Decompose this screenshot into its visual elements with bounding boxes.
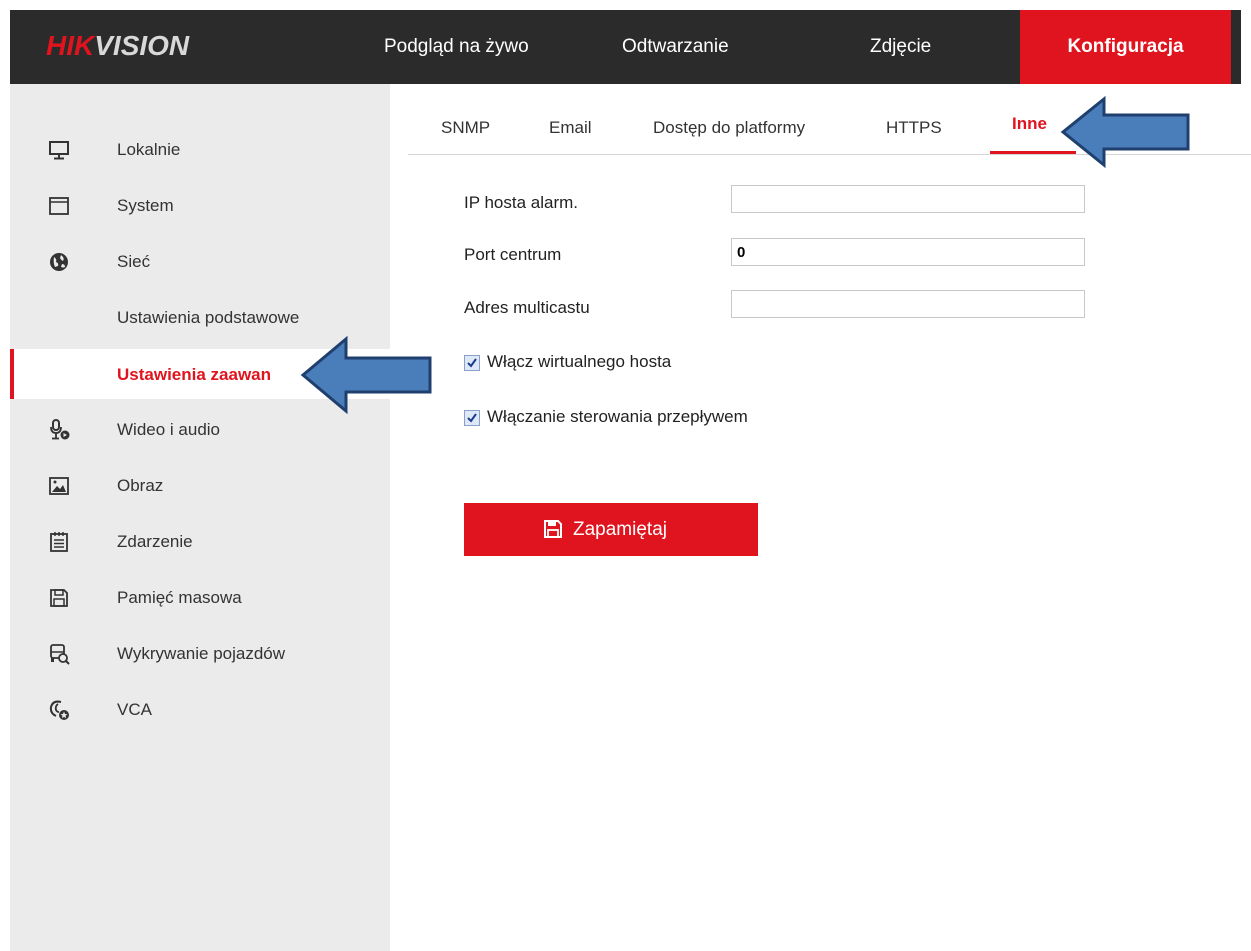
calendar-icon: [50, 532, 68, 552]
tab-https[interactable]: HTTPS: [886, 118, 942, 138]
sidebar-item-label: Sieć: [117, 252, 151, 271]
multicast-address-label: Adres multicastu: [464, 298, 590, 317]
sidebar-item-network[interactable]: Sieć: [10, 241, 390, 281]
nav-live-view[interactable]: Podgląd na żywo: [384, 10, 529, 84]
sidebar-item-label: Pamięć masowa: [117, 588, 242, 607]
sidebar-item-system[interactable]: System: [10, 185, 390, 225]
tab-platform-access[interactable]: Dostęp do platformy: [653, 118, 805, 138]
microphone-icon: [50, 419, 70, 440]
nav-playback[interactable]: Odtwarzanie: [622, 10, 729, 84]
image-icon: [49, 477, 69, 495]
nav-picture[interactable]: Zdjęcie: [870, 10, 931, 84]
save-disk-icon: [50, 589, 68, 607]
tab-snmp[interactable]: SNMP: [441, 118, 490, 138]
sidebar-item-local[interactable]: Lokalnie: [10, 129, 390, 169]
flow-control-label: Włączanie sterowania przepływem: [487, 407, 748, 426]
sidebar-item-label: Wideo i audio: [117, 420, 221, 439]
sidebar-item-label: Ustawienia podstawowe: [117, 308, 300, 327]
annotation-arrow-tab: [1060, 96, 1190, 168]
nav-configuration[interactable]: Konfiguracja: [1020, 10, 1231, 84]
window-icon: [49, 197, 69, 215]
save-button-label: Zapamiętaj: [573, 519, 667, 540]
alarm-host-ip-label: IP hosta alarm.: [464, 193, 579, 212]
center-port-input[interactable]: [731, 238, 1085, 266]
monitor-icon: [49, 141, 69, 160]
sidebar-item-label: Zdarzenie: [117, 532, 193, 551]
virtual-host-label: Włącz wirtualnego hosta: [487, 352, 672, 371]
flow-control-checkbox[interactable]: [464, 410, 480, 426]
sidebar-item-label: Wykrywanie pojazdów: [117, 644, 286, 663]
sidebar-item-event[interactable]: Zdarzenie: [10, 521, 390, 561]
save-button[interactable]: Zapamiętaj: [464, 503, 758, 556]
sidebar-item-basic-settings[interactable]: Ustawienia podstawowe: [10, 297, 390, 337]
sidebar-item-label: Lokalnie: [117, 140, 181, 159]
tab-email[interactable]: Email: [549, 118, 592, 138]
sidebar-item-label: Ustawienia zaawan: [117, 365, 272, 384]
sidebar-item-label: Obraz: [117, 476, 164, 495]
sidebar-item-label: System: [117, 196, 174, 215]
virtual-host-checkbox[interactable]: [464, 355, 480, 371]
center-port-label: Port centrum: [464, 245, 562, 264]
save-disk-icon: [544, 520, 562, 538]
sidebar-item-storage[interactable]: Pamięć masowa: [10, 577, 390, 617]
sidebar-item-label: VCA: [117, 700, 152, 719]
globe-icon: [50, 253, 68, 271]
sidebar-item-image[interactable]: Obraz: [10, 465, 390, 505]
vca-icon: [49, 700, 69, 720]
multicast-address-input[interactable]: [731, 290, 1085, 318]
tab-other[interactable]: Inne: [1012, 114, 1047, 134]
checkmark-icon: [467, 358, 477, 368]
sidebar: Lokalnie System Sieć Ustawienia podstawo…: [10, 84, 390, 951]
hikvision-logo: HIKVISION: [46, 30, 190, 61]
top-navigation-bar: HIKVISION Podgląd na żywo Odtwarzanie Zd…: [10, 10, 1241, 84]
checkmark-icon: [467, 413, 477, 423]
alarm-host-ip-input[interactable]: [731, 185, 1085, 213]
vehicle-search-icon: [50, 644, 70, 665]
sidebar-item-vca[interactable]: VCA: [10, 689, 390, 729]
annotation-arrow-left: [300, 336, 432, 414]
sidebar-item-video-audio[interactable]: Wideo i audio: [10, 409, 390, 449]
sidebar-item-vehicle-detection[interactable]: Wykrywanie pojazdów: [10, 633, 390, 673]
